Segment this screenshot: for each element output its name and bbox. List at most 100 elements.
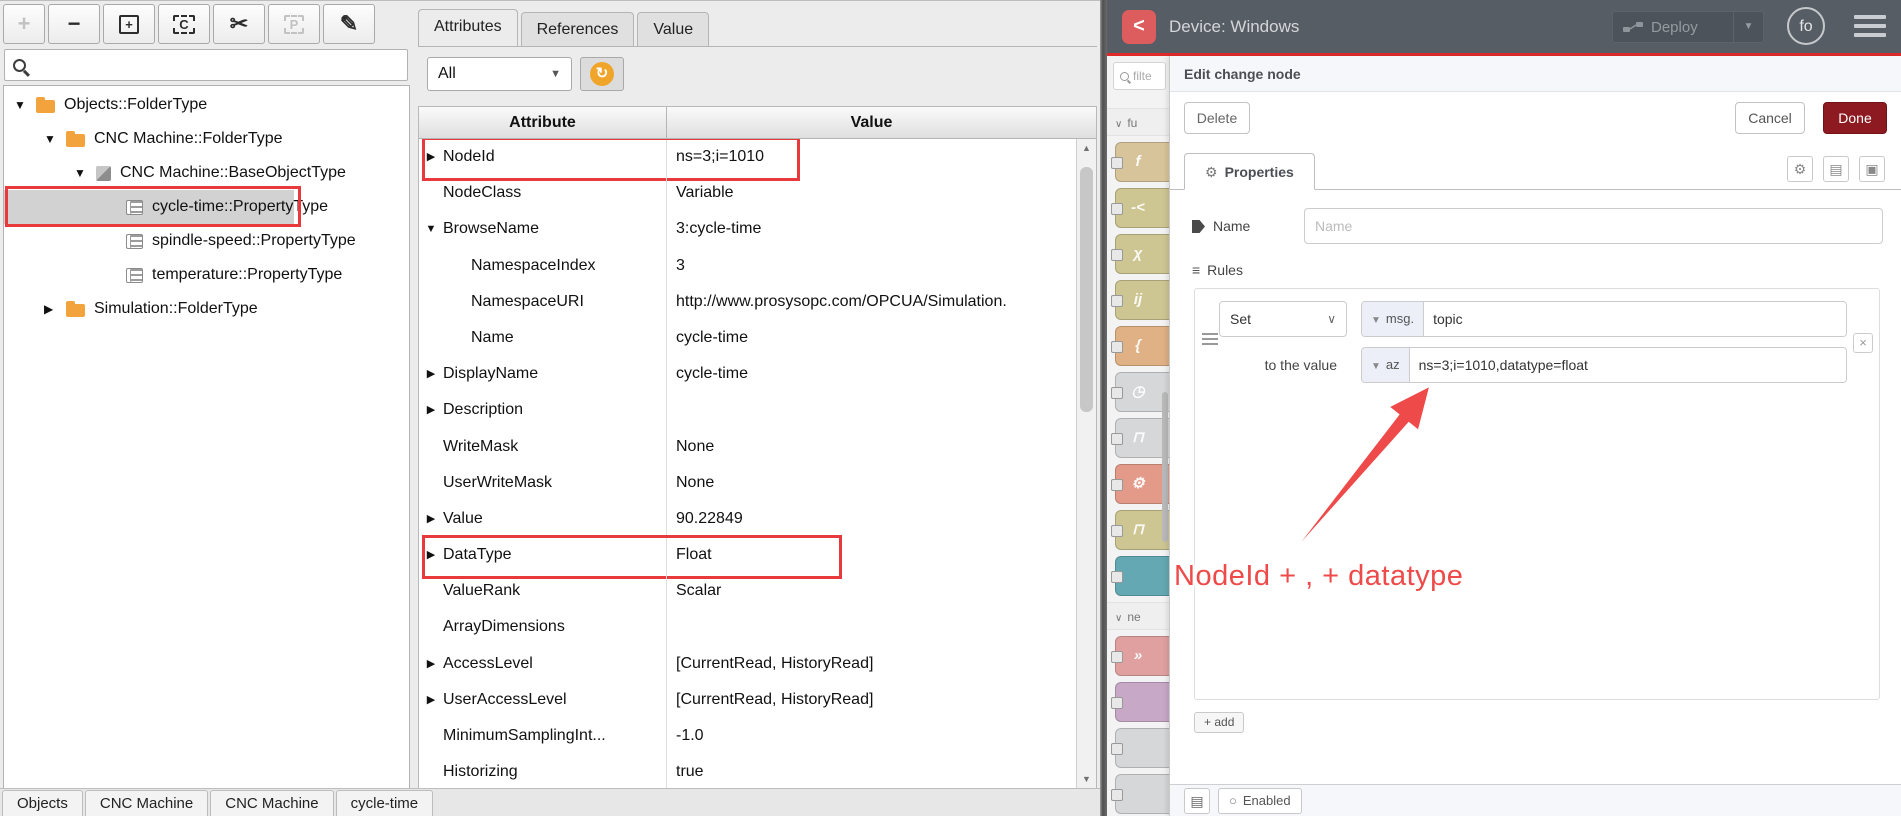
bottom-tab[interactable]: Objects [2,790,83,816]
attribute-row[interactable]: ValueRank Scalar [419,573,1076,610]
tree-item[interactable]: ▼ CNC Machine::BaseObjectType [4,156,409,190]
attribute-row[interactable]: NodeClass Variable [419,175,1076,212]
palette-node[interactable]: ◷ [1111,372,1169,412]
remove-node-button[interactable]: − [48,4,100,44]
user-avatar[interactable]: fo [1787,7,1825,45]
attribute-row[interactable]: ArrayDimensions [419,609,1076,646]
tree-item[interactable]: ▼ CNC Machine::FolderType [4,122,409,156]
name-input[interactable] [1304,208,1883,244]
row-expander-icon[interactable]: ▶ [419,646,443,682]
palette-node[interactable]: ij [1111,280,1169,320]
tab-references[interactable]: References [520,12,635,46]
delete-rule-icon[interactable]: × [1853,333,1873,353]
row-expander-icon[interactable]: ▶ [419,537,443,573]
attribute-row[interactable]: ▶ DisplayName cycle-time [419,356,1076,393]
expander-icon[interactable]: ▼ [44,122,66,156]
attribute-row[interactable]: ▶ UserAccessLevel [CurrentRead, HistoryRea… [419,681,1076,718]
cancel-button[interactable]: Cancel [1735,102,1805,134]
attribute-row[interactable]: UserWriteMask None [419,464,1076,501]
attribute-row[interactable]: NamespaceURI http://www.prosysopc.com/OPC… [419,283,1076,320]
tab-properties[interactable]: ⚙ Properties [1184,153,1315,190]
row-expander-icon[interactable]: ▶ [419,682,443,718]
palette-node[interactable] [1111,728,1169,768]
copy-button[interactable]: C [158,4,210,44]
value-type-button[interactable]: ▼ az [1362,348,1410,382]
palette-node[interactable] [1111,774,1169,814]
opcua-client-window: + − + C ✂ P ✎ ▼ Objects::FolderType ▼ CNC Machine… [0,0,1100,816]
row-expander-icon[interactable]: ▶ [419,392,443,428]
rule-property-value-input[interactable] [1424,302,1846,336]
scrollbar-thumb[interactable] [1080,167,1093,412]
refresh-button[interactable]: ↻ [580,57,624,91]
palette-node[interactable]: -< [1111,188,1169,228]
new-object-button[interactable]: + [103,4,155,44]
palette-search-box[interactable]: filte [1113,62,1166,90]
attribute-row[interactable]: Name cycle-time [419,319,1076,357]
drag-handle-icon[interactable] [1202,333,1218,335]
attribute-row[interactable]: ▶ DataType Float [419,535,1076,580]
tree-search-input[interactable] [26,50,407,80]
tree-item[interactable]: temperature::PropertyType [4,258,409,292]
paste-button[interactable]: P [268,4,320,44]
attribute-row[interactable]: Historizing true [419,754,1076,788]
attribute-filter-select[interactable]: All ▼ [427,57,572,91]
appearance-icon[interactable]: ▣ [1859,156,1885,182]
description-icon[interactable]: ▤ [1823,156,1849,182]
palette-node[interactable] [1111,556,1169,596]
cut-button[interactable]: ✂ [213,4,265,44]
palette-scrollbar-thumb[interactable] [1162,392,1168,542]
tree-item[interactable]: ▶ Simulation::FolderType [4,292,409,326]
palette-node[interactable]: » [1111,636,1169,676]
rule-action-select[interactable]: Set ∨ [1219,301,1347,337]
palette-category[interactable]: ∨ fu [1107,108,1169,136]
palette-node[interactable]: { [1111,326,1169,366]
property-type-button[interactable]: ▼ msg. [1362,302,1425,336]
attribute-row[interactable]: ▶ Description [419,392,1076,429]
expander-icon[interactable]: ▼ [14,88,36,122]
palette-node[interactable]: ⚙ [1111,464,1169,504]
tree-item[interactable]: spindle-speed::PropertyType [4,224,409,258]
row-expander-icon[interactable]: ▼ [419,211,443,247]
delete-button[interactable]: Delete [1184,102,1250,134]
attribute-row[interactable]: ▶ Value 90.22849 [419,500,1076,538]
expander-icon[interactable]: ▶ [44,292,66,326]
main-menu-icon[interactable] [1854,15,1886,42]
tab-value[interactable]: Value [637,12,710,46]
scroll-up-icon[interactable]: ▲ [1077,139,1096,157]
node-settings-icon[interactable]: ⚙ [1787,156,1813,182]
library-icon[interactable]: ▤ [1184,788,1210,814]
rule-value-text-input[interactable] [1409,348,1846,382]
palette-node[interactable] [1111,682,1169,722]
add-rule-button[interactable]: + add [1194,712,1245,733]
attribute-name: NodeClass [443,184,522,202]
attribute-row[interactable]: ▶ AccessLevel [CurrentRead, HistoryRead] [419,645,1076,682]
palette-node[interactable]: f [1111,142,1169,182]
attributes-scrollbar[interactable]: ▲ ▼ [1076,139,1096,788]
enabled-toggle[interactable]: ○ Enabled [1218,788,1302,814]
attribute-row[interactable]: NamespaceIndex 3 [419,247,1076,284]
deploy-options-chevron-icon[interactable]: ▼ [1733,12,1763,42]
row-expander-icon[interactable]: ▶ [419,356,443,392]
bottom-tab[interactable]: cycle-time [335,790,434,816]
bottom-tab[interactable]: CNC Machine [210,790,334,816]
deploy-button[interactable]: Deploy ▼ [1612,11,1764,43]
palette-node[interactable]: χ [1111,234,1169,274]
row-expander-icon[interactable]: ▶ [419,139,443,175]
palette-category[interactable]: ∨ ne [1107,602,1169,630]
tree-item[interactable]: cycle-time::PropertyType [4,186,409,227]
row-expander-icon[interactable]: ▶ [419,501,443,537]
palette-node[interactable]: ⊓ [1111,510,1169,550]
scroll-down-icon[interactable]: ▼ [1077,770,1096,788]
tree-item[interactable]: ▼ Objects::FolderType [4,88,409,122]
attribute-row[interactable]: ▼ BrowseName 3:cycle-time [419,211,1076,248]
expander-icon[interactable]: ▼ [74,156,96,190]
tab-attributes[interactable]: Attributes [418,9,518,46]
attribute-row[interactable]: MinimumSamplingInt... -1.0 [419,718,1076,755]
edit-button[interactable]: ✎ [323,4,375,44]
bottom-tab[interactable]: CNC Machine [84,790,209,816]
done-button[interactable]: Done [1823,102,1887,134]
attribute-row[interactable]: WriteMask None [419,428,1076,465]
palette-node[interactable]: ⊓ [1111,418,1169,458]
attribute-row[interactable]: ▶ NodeId ns=3;i=1010 [419,139,1076,182]
add-node-button[interactable]: + [3,4,45,44]
